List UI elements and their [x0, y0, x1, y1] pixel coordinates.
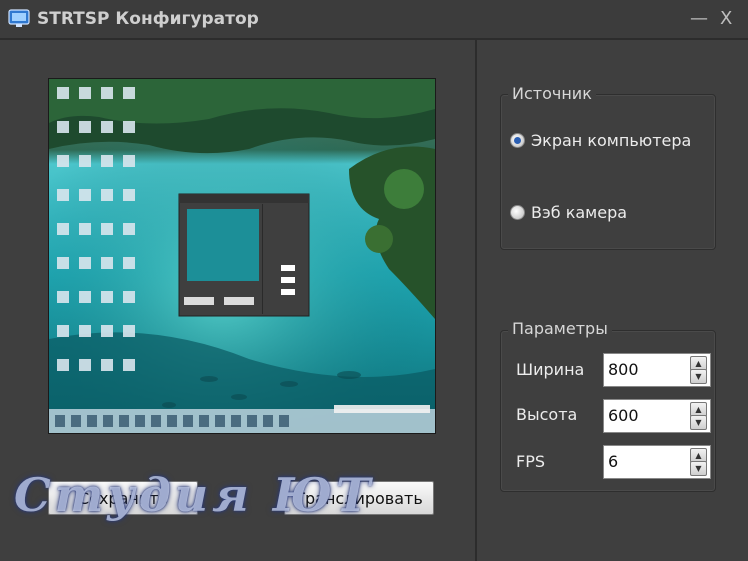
title-bar: STRTSP Конфигуратор — X [0, 0, 748, 38]
height-label: Высота [516, 405, 578, 424]
radio-indicator[interactable] [510, 205, 525, 220]
desktop-preview-image [49, 79, 435, 433]
radio-webcam[interactable]: Вэб камера [510, 203, 627, 222]
window-title: STRTSP Конфигуратор [37, 9, 259, 29]
fps-value[interactable]: 6 [608, 452, 618, 471]
monitor-icon [8, 9, 30, 27]
radio-screen-label: Экран компьютера [531, 131, 692, 150]
params-legend: Параметры [508, 319, 612, 338]
height-down-arrow-icon[interactable]: ▼ [690, 415, 707, 430]
radio-webcam-label: Вэб камера [531, 203, 628, 222]
title-divider [0, 38, 748, 40]
fps-label: FPS [516, 452, 546, 471]
close-button[interactable]: X [720, 8, 732, 29]
width-value[interactable]: 800 [608, 360, 639, 379]
source-legend: Источник [508, 84, 596, 103]
height-value[interactable]: 600 [608, 406, 639, 425]
width-label: Ширина [516, 360, 585, 379]
save-button[interactable]: Сохранить [48, 481, 198, 515]
height-stepper[interactable]: 600 ▲ ▼ [603, 399, 711, 433]
fps-down-arrow-icon[interactable]: ▼ [690, 461, 707, 476]
panel-divider [475, 40, 477, 561]
fps-stepper[interactable]: 6 ▲ ▼ [603, 445, 711, 479]
minimize-button[interactable]: — [690, 8, 708, 29]
radio-screen[interactable]: Экран компьютера [510, 131, 691, 150]
width-down-arrow-icon[interactable]: ▼ [690, 369, 707, 384]
screen-preview [48, 78, 436, 434]
radio-indicator-selected[interactable] [510, 133, 525, 148]
width-stepper[interactable]: 800 ▲ ▼ [603, 353, 711, 387]
broadcast-button[interactable]: Транслировать [284, 481, 434, 515]
source-group [500, 94, 716, 250]
